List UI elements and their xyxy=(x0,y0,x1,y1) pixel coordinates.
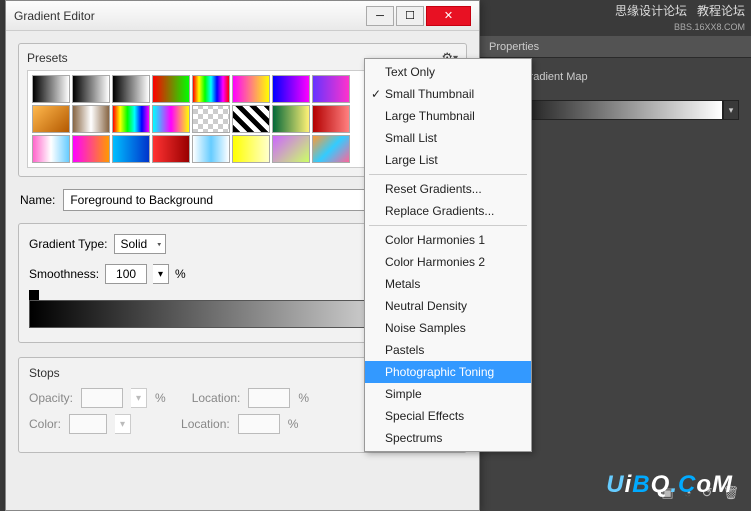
preset-swatch[interactable] xyxy=(72,105,110,133)
menu-item[interactable]: Small List xyxy=(365,127,531,149)
menu-item[interactable]: Large List xyxy=(365,149,531,171)
color-location-label: Location: xyxy=(181,417,230,431)
color-location-input xyxy=(238,414,280,434)
gradient-type-value: Solid xyxy=(121,237,148,251)
gradient-type-select[interactable]: Solid xyxy=(114,234,167,254)
preset-swatch[interactable] xyxy=(232,105,270,133)
preset-swatch[interactable] xyxy=(152,75,190,103)
opacity-location-input xyxy=(248,388,290,408)
watermark-cn1: 思缘设计论坛 xyxy=(615,4,687,18)
color-label: Color: xyxy=(29,417,61,431)
smoothness-label: Smoothness: xyxy=(29,267,99,281)
preset-swatch[interactable] xyxy=(152,105,190,133)
presets-label: Presets xyxy=(27,51,68,65)
menu-item[interactable]: Noise Samples xyxy=(365,317,531,339)
opacity-location-label: Location: xyxy=(192,391,241,405)
watermark-cn2: 教程论坛 xyxy=(697,4,745,18)
preset-swatch[interactable] xyxy=(272,135,310,163)
preset-swatch[interactable] xyxy=(32,105,70,133)
opacity-stepper: ▾ xyxy=(131,388,147,408)
gradient-type-label: Gradient Type: xyxy=(29,237,108,251)
preset-swatch[interactable] xyxy=(112,135,150,163)
menu-item[interactable]: Small Thumbnail xyxy=(365,83,531,105)
smoothness-input[interactable] xyxy=(105,264,147,284)
menu-item[interactable]: Photographic Toning xyxy=(365,361,531,383)
preset-swatch[interactable] xyxy=(232,75,270,103)
color-input xyxy=(69,414,107,434)
opacity-location-percent: % xyxy=(298,391,309,405)
properties-tab-label: Properties xyxy=(489,41,539,53)
menu-item[interactable]: Text Only xyxy=(365,61,531,83)
logo-watermark: UiBQ.CoM xyxy=(606,471,733,499)
menu-item[interactable]: Special Effects xyxy=(365,405,531,427)
minimize-button[interactable]: ─ xyxy=(366,6,394,26)
preset-swatch[interactable] xyxy=(192,105,230,133)
preset-swatch[interactable] xyxy=(272,75,310,103)
watermark-url: BBS.16XX8.COM xyxy=(674,22,745,32)
menu-item[interactable]: Reset Gradients... xyxy=(365,178,531,200)
preset-swatch[interactable] xyxy=(272,105,310,133)
preset-swatch[interactable] xyxy=(72,75,110,103)
preset-swatch[interactable] xyxy=(312,105,350,133)
menu-item[interactable]: Color Harmonies 1 xyxy=(365,229,531,251)
menu-separator xyxy=(369,174,527,175)
smoothness-percent: % xyxy=(175,267,186,281)
preset-swatch[interactable] xyxy=(192,135,230,163)
preset-swatch[interactable] xyxy=(112,75,150,103)
color-location-percent: % xyxy=(288,417,299,431)
preset-swatch[interactable] xyxy=(32,135,70,163)
menu-item[interactable]: Spectrums xyxy=(365,427,531,449)
preset-swatch[interactable] xyxy=(312,75,350,103)
preset-swatch[interactable] xyxy=(232,135,270,163)
preset-swatch[interactable] xyxy=(32,75,70,103)
preset-swatch[interactable] xyxy=(112,105,150,133)
window-title: Gradient Editor xyxy=(14,9,366,23)
menu-separator xyxy=(369,225,527,226)
presets-context-menu: Text OnlySmall ThumbnailLarge ThumbnailS… xyxy=(364,58,532,452)
menu-item[interactable]: Large Thumbnail xyxy=(365,105,531,127)
color-stepper: ▾ xyxy=(115,414,131,434)
maximize-button[interactable]: ☐ xyxy=(396,6,424,26)
menu-item[interactable]: Pastels xyxy=(365,339,531,361)
menu-item[interactable]: Neutral Density xyxy=(365,295,531,317)
opacity-input xyxy=(81,388,123,408)
close-button[interactable]: ✕ xyxy=(426,6,471,26)
name-label: Name: xyxy=(20,193,55,207)
smoothness-stepper[interactable]: ▾ xyxy=(153,264,169,284)
opacity-label: Opacity: xyxy=(29,391,73,405)
titlebar[interactable]: Gradient Editor ─ ☐ ✕ xyxy=(6,1,479,31)
menu-item[interactable]: Metals xyxy=(365,273,531,295)
menu-item[interactable]: Simple xyxy=(365,383,531,405)
menu-item[interactable]: Replace Gradients... xyxy=(365,200,531,222)
top-watermark: 思缘设计论坛 教程论坛 BBS.16XX8.COM xyxy=(615,2,745,33)
menu-item[interactable]: Color Harmonies 2 xyxy=(365,251,531,273)
preset-swatch[interactable] xyxy=(72,135,110,163)
properties-tab[interactable]: Properties xyxy=(479,36,751,58)
opacity-percent: % xyxy=(155,391,166,405)
opacity-stop[interactable] xyxy=(29,290,39,300)
gradient-map-dropdown[interactable]: ▾ xyxy=(723,100,739,120)
preset-swatch[interactable] xyxy=(312,135,350,163)
preset-swatch[interactable] xyxy=(192,75,230,103)
preset-swatch[interactable] xyxy=(152,135,190,163)
